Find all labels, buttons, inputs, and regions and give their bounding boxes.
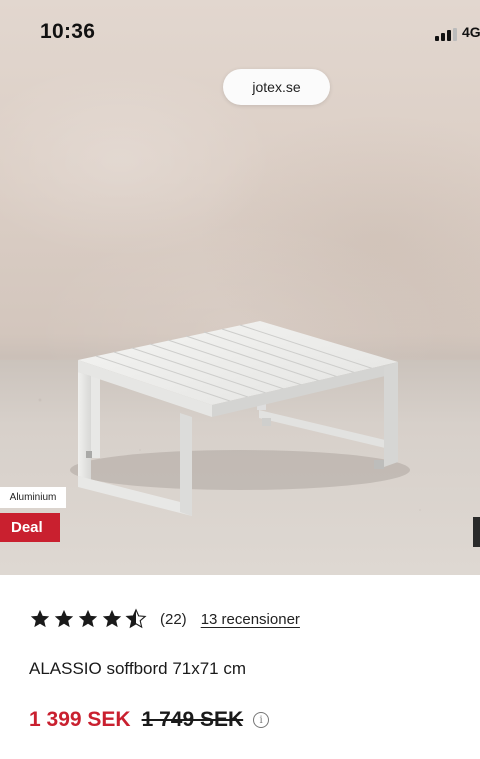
browser-url-pill[interactable]: jotex.se bbox=[223, 69, 330, 105]
star-full-icon bbox=[30, 609, 50, 628]
price-row: 1 399 SEK 1 749 SEK i bbox=[29, 708, 270, 732]
cellular-signal-icon bbox=[435, 28, 457, 41]
current-price: 1 399 SEK bbox=[29, 708, 131, 731]
product-info: (22) 13 recensioner ALASSIO soffbord 71x… bbox=[0, 575, 480, 759]
original-price: 1 749 SEK bbox=[141, 708, 244, 731]
rating-row: (22) 13 recensioner bbox=[29, 608, 300, 630]
product-title: ALASSIO soffbord 71x71 cm bbox=[29, 659, 247, 678]
star-rating bbox=[29, 608, 147, 630]
star-full-icon bbox=[54, 609, 74, 628]
star-full-icon bbox=[102, 609, 122, 628]
reviews-link[interactable]: 13 recensioner bbox=[201, 611, 300, 628]
status-time: 10:36 bbox=[40, 20, 96, 43]
network-type: 4G bbox=[462, 24, 480, 40]
deal-badge: Deal bbox=[0, 513, 60, 542]
star-full-icon bbox=[78, 609, 98, 628]
star-half-icon bbox=[125, 608, 147, 629]
info-icon[interactable]: i bbox=[253, 712, 270, 728]
rating-count: (22) bbox=[160, 610, 187, 628]
carousel-next-peek[interactable] bbox=[473, 517, 480, 547]
status-bar: 10:36 4G bbox=[0, 0, 480, 62]
material-badge: Aluminium bbox=[0, 487, 66, 508]
